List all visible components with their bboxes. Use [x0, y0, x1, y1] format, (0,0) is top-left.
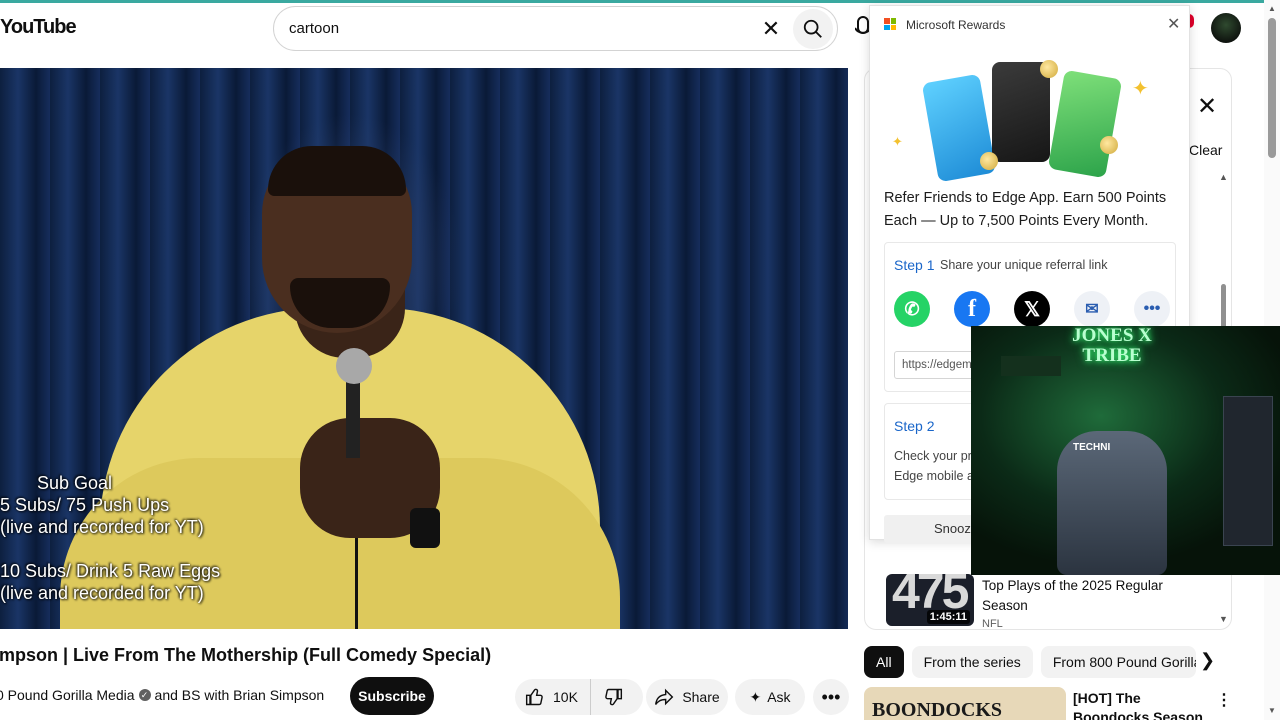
- overlay-goal-1: 5 Subs/ 75 Push Ups: [0, 495, 170, 515]
- thumbs-up-icon: [525, 688, 543, 706]
- video-frame-mic-handle: [346, 378, 360, 458]
- gift-cards-illustration: ✦ ✦: [892, 56, 1150, 186]
- rewards-title: Microsoft Rewards: [906, 18, 1006, 32]
- search-input[interactable]: cartoon: [289, 20, 753, 37]
- webcam-overlay: JONES X TRIBE TECHNI: [971, 326, 1280, 575]
- neon-sign-text: JONES X TRIBE: [1072, 326, 1152, 366]
- sparkle-icon: ✦: [749, 688, 762, 705]
- chip-all[interactable]: All: [864, 646, 904, 678]
- close-icon[interactable]: ✕: [1167, 14, 1180, 34]
- video-frame-microphone: [336, 348, 372, 384]
- chair-logo-text: TECHNI: [1073, 442, 1111, 453]
- channel-name[interactable]: 0 Pound Gorilla Media: [0, 687, 135, 703]
- step-1-text: Share your unique referral link: [940, 258, 1108, 272]
- channel-collab[interactable]: and BS with Brian Simpson: [155, 687, 325, 703]
- overlay-goal-2-note: (live and recorded for YT): [0, 583, 204, 603]
- chip-from-series[interactable]: From the series: [911, 646, 1033, 678]
- like-button[interactable]: 10K: [515, 679, 591, 715]
- pc-case: [1223, 396, 1273, 546]
- search-icon: [803, 19, 822, 38]
- coin-icon: [980, 152, 998, 170]
- thumbs-down-icon: [605, 688, 622, 706]
- microsoft-logo-icon: [884, 18, 896, 30]
- facebook-icon[interactable]: f: [954, 291, 990, 327]
- overlay-goal-2: 10 Subs/ Drink 5 Raw Eggs: [0, 561, 221, 581]
- sparkle-icon: ✦: [892, 134, 903, 149]
- step-2-label: Step 2: [894, 418, 935, 434]
- subscribe-button[interactable]: Subscribe: [350, 677, 434, 715]
- close-panel-icon[interactable]: ✕: [1197, 92, 1217, 121]
- video-thumbnail[interactable]: BOONDOCKS: [864, 687, 1066, 720]
- whatsapp-icon[interactable]: ✆: [894, 291, 930, 327]
- scroll-up-icon[interactable]: ▲: [1268, 4, 1276, 13]
- verified-icon: ✓: [138, 689, 151, 701]
- dislike-button[interactable]: [591, 679, 635, 715]
- mail-icon[interactable]: ✉: [1074, 291, 1110, 327]
- share-icon-row: ✆ f 𝕏 ✉ •••: [894, 291, 1170, 327]
- coin-icon: [1100, 136, 1118, 154]
- share-button[interactable]: Share: [646, 679, 728, 715]
- ask-label: Ask: [767, 689, 791, 705]
- more-actions-button[interactable]: •••: [813, 679, 849, 715]
- video-frame-watch: [410, 508, 440, 548]
- list-item-title[interactable]: [HOT] The Boondocks Season 2026 🔴 The: [1073, 689, 1213, 720]
- more-vert-icon[interactable]: ⋮: [1216, 690, 1232, 710]
- webcam-shelf: [1001, 356, 1061, 376]
- video-thumbnail[interactable]: 475 1:45:11: [886, 574, 974, 626]
- clear-button[interactable]: Clear: [1189, 142, 1222, 158]
- xbox-card-illustration: [1047, 69, 1123, 179]
- step-1-label: Step 1: [894, 257, 935, 273]
- video-frame-mic-cable: [355, 538, 358, 629]
- list-item[interactable]: 475 1:45:11 Top Plays of the 2025 Regula…: [884, 574, 1224, 630]
- channel-info: 0 Pound Gorilla Media ✓ and BS with Bria…: [0, 687, 324, 703]
- panel-scroll-up-icon[interactable]: ▲: [1219, 172, 1228, 182]
- thumbnail-title-text: BOONDOCKS: [872, 699, 1003, 720]
- share-icon: [655, 688, 674, 706]
- scroll-down-icon[interactable]: ▼: [1268, 706, 1276, 715]
- sparkle-icon: ✦: [1132, 78, 1149, 100]
- chevron-right-icon[interactable]: ❯: [1200, 650, 1215, 671]
- coin-icon: [1040, 60, 1058, 78]
- chip-from-channel[interactable]: From 800 Pound Gorilla Me: [1040, 646, 1196, 678]
- video-player[interactable]: Sub Goal 5 Subs/ 75 Push Ups (live and r…: [0, 68, 848, 629]
- more-horiz-icon[interactable]: •••: [1134, 291, 1170, 327]
- x-icon[interactable]: 𝕏: [1014, 291, 1050, 327]
- browser-top-accent: [0, 0, 1280, 3]
- youtube-logo[interactable]: YouTube: [0, 16, 77, 39]
- like-count: 10K: [553, 689, 578, 705]
- share-label: Share: [682, 689, 720, 705]
- video-title: impson | Live From The Mothership (Full …: [0, 645, 492, 665]
- search-box[interactable]: cartoon ✕: [273, 6, 838, 51]
- duration-badge: 1:45:11: [926, 610, 970, 624]
- like-dislike-group: 10K: [515, 679, 643, 715]
- video-frame-hair: [268, 146, 406, 196]
- overlay-sub-goal: Sub Goal: [37, 473, 113, 493]
- list-item-title[interactable]: Top Plays of the 2025 Regular Season: [982, 576, 1182, 616]
- microsoft-card-illustration: [992, 62, 1106, 162]
- list-item-channel: NFL: [982, 618, 1003, 630]
- scrollbar-thumb[interactable]: [1268, 18, 1276, 158]
- search-button[interactable]: [793, 8, 833, 49]
- rewards-description: Refer Friends to Edge App. Earn 500 Poin…: [884, 190, 1167, 229]
- ask-button[interactable]: ✦ Ask: [735, 679, 805, 715]
- filter-chips: All From the series From 800 Pound Goril…: [864, 646, 1196, 678]
- overlay-goal-1-note: (live and recorded for YT): [0, 517, 204, 537]
- avatar[interactable]: [1211, 13, 1241, 43]
- clear-search-icon[interactable]: ✕: [753, 11, 789, 47]
